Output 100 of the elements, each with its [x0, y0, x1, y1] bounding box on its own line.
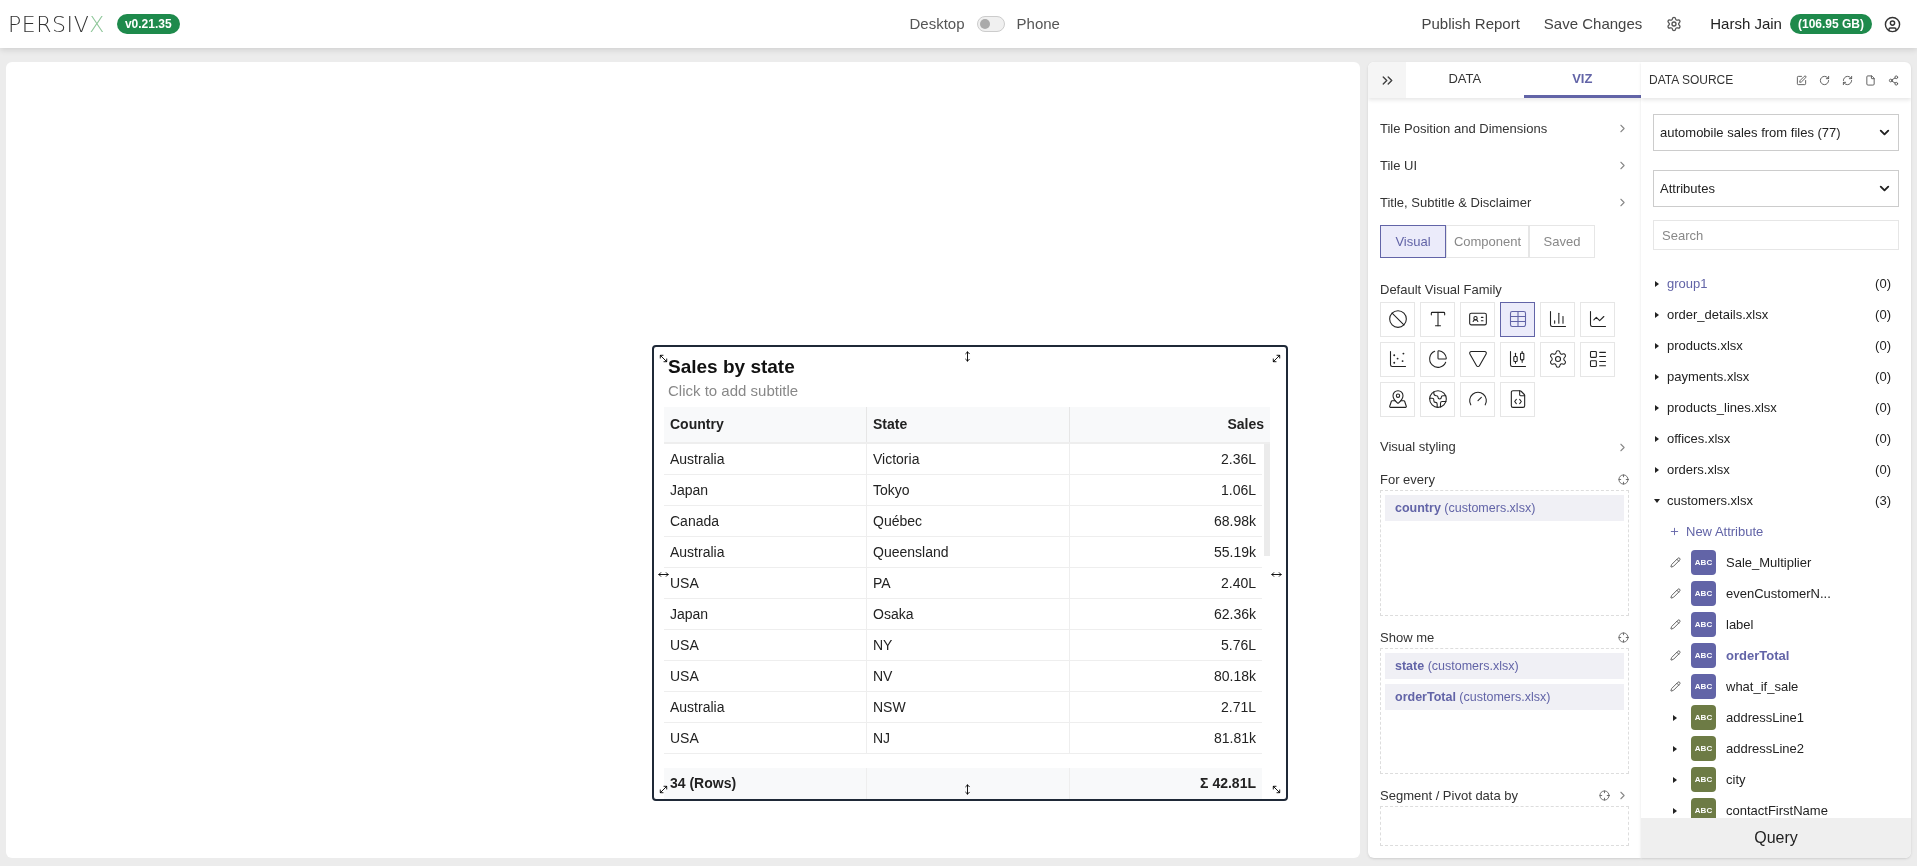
pencil-icon[interactable]	[1669, 619, 1681, 630]
item-count: (0)	[1875, 367, 1891, 386]
attribute-item[interactable]: addressLine1	[1726, 707, 1805, 728]
table-cell: USA	[664, 723, 867, 753]
type-select[interactable]: Attributes	[1653, 170, 1899, 207]
table-tile[interactable]	[652, 345, 1288, 801]
column-header[interactable]: Country	[664, 407, 867, 442]
resize-handle-icon[interactable]	[658, 353, 669, 364]
new-attribute-link[interactable]: New Attribute	[1669, 516, 1764, 547]
field-pill[interactable]: orderTotal (customers.xlsx)	[1385, 683, 1624, 710]
drop-zone[interactable]: country (customers.xlsx)	[1380, 489, 1629, 616]
section-header[interactable]: Tile UI	[1380, 147, 1629, 184]
drop-zone[interactable]: state (customers.xlsx) orderTotal (customers.xlsx)	[1380, 647, 1629, 774]
ban-icon	[1387, 309, 1408, 329]
type-badge: ABC	[1691, 798, 1716, 818]
query-button[interactable]: Query	[1641, 818, 1911, 858]
crosshair-icon[interactable]	[1618, 474, 1629, 485]
caret-right-icon[interactable]	[1653, 310, 1661, 319]
section-header[interactable]: Tile Position and Dimensions	[1380, 110, 1629, 147]
reload-icon[interactable]	[1819, 74, 1830, 86]
column-header[interactable]: Sales	[1070, 407, 1270, 442]
crosshair-icon[interactable]	[1618, 632, 1629, 643]
attribute-item[interactable]: contactFirstName	[1726, 800, 1828, 818]
crosshair-icon[interactable]	[1599, 790, 1610, 801]
caret-right-icon[interactable]	[1653, 372, 1661, 381]
caret-right-icon[interactable]	[1671, 775, 1679, 784]
tile-title[interactable]: Sales by state	[668, 355, 1276, 379]
field-pill[interactable]: country (customers.xlsx)	[1385, 494, 1624, 521]
column-header[interactable]: State	[867, 407, 1070, 442]
pencil-icon[interactable]	[1669, 588, 1681, 599]
type-badge: ABC	[1691, 643, 1716, 668]
shelf-label: Segment / Pivot data by	[1380, 786, 1519, 805]
user-icon[interactable]	[1884, 15, 1901, 33]
pencil-icon[interactable]	[1669, 650, 1681, 661]
caret-right-icon[interactable]	[1653, 403, 1661, 412]
search-field[interactable]: Search	[1653, 220, 1899, 250]
storage-badge: (106.95 GB)	[1789, 14, 1872, 34]
attribute-item[interactable]: city	[1726, 769, 1746, 790]
caret-right-icon[interactable]	[1653, 434, 1661, 443]
section-header[interactable]: Visual styling	[1380, 428, 1629, 466]
caret-right-icon[interactable]	[1671, 806, 1679, 815]
mode-tab[interactable]: Component	[1446, 225, 1529, 258]
mode-tab[interactable]: Saved	[1529, 225, 1595, 258]
caret-right-icon[interactable]	[1671, 744, 1679, 753]
attribute-item[interactable]: Sale_Multiplier	[1726, 552, 1812, 573]
tree-item[interactable]: offices.xlsx	[1667, 428, 1876, 449]
item-count: (0)	[1875, 274, 1891, 293]
caret-right-icon[interactable]	[1653, 279, 1661, 288]
section-header[interactable]: Title, Subtitle & Disclaimer	[1380, 184, 1629, 221]
resize-handle-icon[interactable]	[658, 569, 669, 580]
table-cell-text: 80.18k	[1212, 666, 1257, 686]
table-cell-text: 2.71L	[1219, 697, 1257, 717]
table-cell: Victoria	[867, 444, 1070, 474]
caret-right-icon[interactable]	[1653, 341, 1661, 350]
caret-right-icon[interactable]	[1653, 465, 1661, 474]
table-cell: Australia	[664, 444, 867, 474]
field-pill[interactable]: state (customers.xlsx)	[1385, 652, 1624, 679]
header-action[interactable]: Publish Report	[1421, 12, 1520, 36]
total-sum: Σ 42.81L	[1199, 774, 1257, 793]
tree-item[interactable]: order_details.xlsx	[1667, 304, 1876, 325]
attribute-item[interactable]: orderTotal	[1726, 645, 1790, 666]
caret-right-icon[interactable]	[1671, 713, 1679, 722]
resize-handle-icon[interactable]	[1271, 784, 1282, 795]
tree-item[interactable]: payments.xlsx	[1667, 366, 1876, 387]
resize-handle-icon[interactable]	[658, 784, 669, 795]
tree-item[interactable]: products.xlsx	[1667, 335, 1876, 356]
header-action[interactable]: Save Changes	[1543, 12, 1643, 36]
resize-handle-icon[interactable]	[1271, 569, 1282, 580]
tile-subtitle[interactable]: Click to add subtitle	[668, 379, 1276, 403]
mode-tab[interactable]: Visual	[1380, 225, 1446, 258]
pencil-icon[interactable]	[1669, 557, 1681, 568]
edit-icon[interactable]	[1796, 74, 1807, 86]
shelf-label: Show me	[1380, 628, 1435, 647]
share-icon[interactable]	[1888, 74, 1899, 86]
attribute-item[interactable]: evenCustomerN...	[1726, 583, 1831, 604]
caret-down-icon[interactable]	[1653, 496, 1661, 505]
settings-icon[interactable]	[1666, 16, 1683, 32]
resize-handle-icon[interactable]	[962, 351, 973, 362]
file-icon[interactable]	[1865, 74, 1876, 86]
table-cell: USA	[664, 661, 867, 691]
view-toggle[interactable]	[976, 16, 1005, 32]
tree-item[interactable]: products_lines.xlsx	[1667, 397, 1876, 418]
attribute-item[interactable]: label	[1726, 614, 1754, 635]
pencil-icon[interactable]	[1669, 681, 1681, 692]
tree-item[interactable]: orders.xlsx	[1667, 459, 1876, 480]
resize-handle-icon[interactable]	[1271, 353, 1282, 364]
user-name: Harsh Jain	[1710, 13, 1782, 34]
resize-handle-icon[interactable]	[962, 784, 973, 795]
source-select[interactable]: automobile sales from files (77)	[1653, 114, 1899, 151]
collapse-panel-button[interactable]	[1368, 62, 1406, 98]
logo: PERSIVX	[8, 10, 105, 39]
attribute-item[interactable]: what_if_sale	[1726, 676, 1799, 697]
shelf-label: For every	[1380, 470, 1435, 489]
refresh-icon[interactable]	[1842, 74, 1853, 86]
settings-icon	[1547, 349, 1568, 369]
table-cell: Japan	[664, 475, 867, 505]
attribute-item[interactable]: addressLine2	[1726, 738, 1805, 759]
panel-tab[interactable]: DATA	[1406, 62, 1524, 98]
tree-item[interactable]: group1	[1667, 273, 1876, 294]
tree-item[interactable]: customers.xlsx	[1667, 490, 1876, 511]
